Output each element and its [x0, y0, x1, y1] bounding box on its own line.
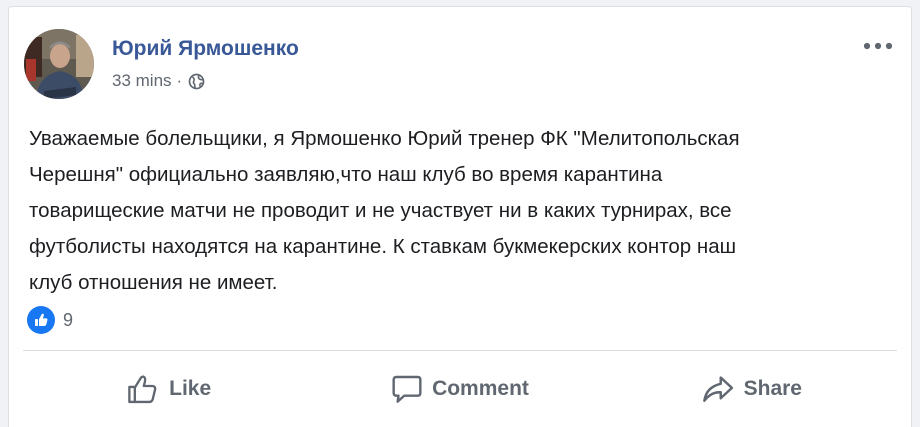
reactions-summary[interactable]: 9	[27, 306, 73, 334]
reaction-count: 9	[63, 309, 74, 330]
post-text: Уважаемые болельщики, я Ярмошенко Юрий т…	[29, 127, 740, 294]
comment-label: Comment	[432, 377, 529, 400]
share-button[interactable]: Share	[606, 359, 897, 419]
post-meta: 33 mins ·	[112, 71, 205, 91]
like-button[interactable]: Like	[23, 359, 314, 419]
post-card: Юрий Ярмошенко 33 mins · Уважаемые болел…	[8, 6, 912, 427]
meta-separator: ·	[176, 71, 183, 90]
like-label: Like	[169, 377, 212, 400]
post-timestamp[interactable]: 33 mins	[112, 71, 172, 91]
author-avatar[interactable]	[24, 29, 94, 99]
avatar-photo	[24, 29, 94, 99]
post-actions: Like Comment Share	[23, 359, 897, 419]
like-reaction-icon	[27, 306, 55, 334]
comment-button[interactable]: Comment	[314, 359, 605, 419]
actions-divider	[23, 350, 897, 351]
more-options-icon[interactable]	[859, 33, 897, 59]
share-icon	[702, 376, 733, 402]
comment-icon	[392, 375, 422, 403]
thumbs-up-icon	[128, 375, 157, 404]
author-name[interactable]: Юрий Ярмошенко	[112, 37, 299, 61]
globe-icon	[188, 73, 205, 90]
share-label: Share	[743, 377, 802, 400]
